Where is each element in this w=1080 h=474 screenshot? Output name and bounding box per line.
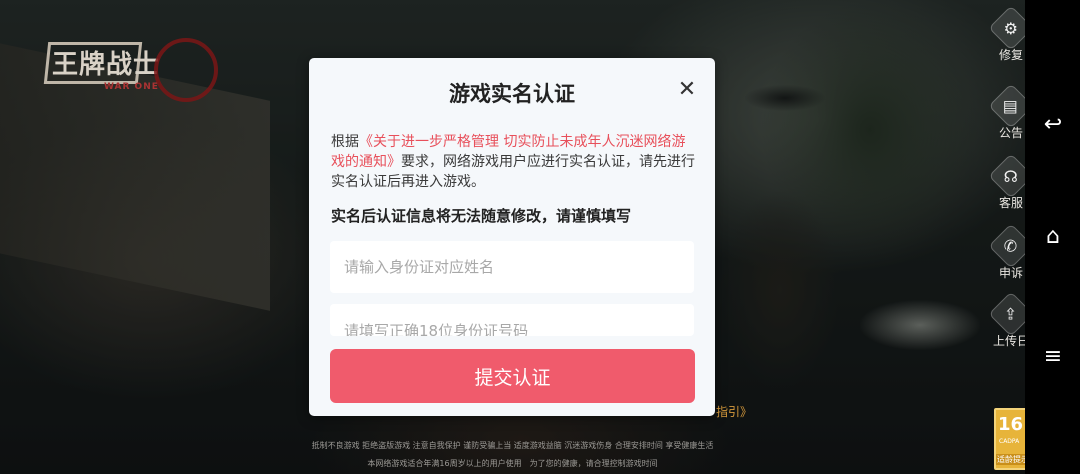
modify-warning: 实名后认证信息将无法随意修改，请谨慎填写 <box>331 207 632 225</box>
menu-icon[interactable]: ≡ <box>1039 342 1067 370</box>
logo-subtitle: WAR ONE <box>104 82 159 92</box>
guide-link[interactable]: 指引》 <box>716 403 752 420</box>
health-notice-line1: 抵制不良游戏 拒绝盗版游戏 注意自我保护 谨防受骗上当 适度游戏益脑 沉迷游戏伤… <box>311 441 714 450</box>
regulation-notice: 根据《关于进一步严格管理 切实防止未成年人沉迷网络游戏的通知》要求，网络游戏用户… <box>331 132 695 192</box>
close-icon[interactable]: ✕ <box>675 78 699 102</box>
dialog-title: 游戏实名认证 <box>449 82 575 106</box>
id-field <box>330 304 694 336</box>
name-field <box>330 241 694 293</box>
real-name-dialog: 游戏实名认证 ✕ 根据《关于进一步严格管理 切实防止未成年人沉迷网络游戏的通知》… <box>309 58 715 416</box>
back-icon[interactable]: ↩ <box>1039 110 1067 138</box>
age-number: 16 <box>998 414 1024 435</box>
logo-text: 王牌战士 <box>52 50 161 80</box>
id-number-input[interactable] <box>330 304 694 336</box>
home-icon[interactable]: ⌂ <box>1039 222 1067 250</box>
system-navbar: ↩ ⌂ ≡ <box>1025 0 1080 474</box>
health-notice-line2: 本网络游戏适合年满16周岁以上的用户使用 为了您的健康，请合理控制游戏时间 <box>367 459 658 468</box>
notice-prefix: 根据 <box>331 134 359 150</box>
name-input[interactable] <box>330 241 694 293</box>
submit-button[interactable]: 提交认证 <box>330 349 695 403</box>
logo-emblem <box>154 38 218 102</box>
game-logo: 王牌战士 WAR ONE <box>43 38 218 102</box>
